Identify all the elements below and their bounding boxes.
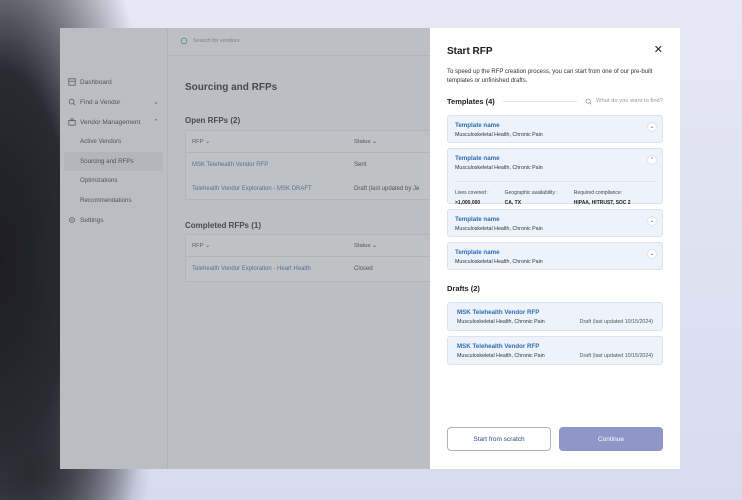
- template-name: Template name: [455, 216, 500, 223]
- modal-description: To speed up the RFP creation process, yo…: [447, 69, 653, 84]
- continue-button[interactable]: Continue: [559, 427, 663, 451]
- draft-date: Draft (last updated 10/15/2024): [579, 319, 653, 325]
- draft-name: MSK Telehealth Vendor RFP: [457, 309, 540, 316]
- template-subtitle: Musculoskeletal Health, Chronic Pain: [455, 259, 543, 265]
- template-details: Lives covered : >1,000,000 Geographic ava…: [455, 181, 655, 206]
- close-icon[interactable]: ✕: [654, 45, 663, 56]
- template-subtitle: Musculoskeletal Health, Chronic Pain: [455, 132, 543, 138]
- detail-geo: Geographic availability : CA, TX: [504, 190, 558, 206]
- detail-lives: Lives covered : >1,000,000: [455, 190, 489, 206]
- chevron-up-icon[interactable]: ⌃: [647, 155, 657, 165]
- modal-title: Start RFP: [447, 46, 493, 57]
- template-subtitle: Musculoskeletal Health, Chronic Pain: [455, 165, 543, 171]
- template-subtitle: Musculoskeletal Health, Chronic Pain: [455, 226, 543, 232]
- start-rfp-modal: Start RFP ✕ To speed up the RFP creation…: [430, 28, 680, 469]
- template-card[interactable]: Template name Musculoskeletal Health, Ch…: [447, 209, 663, 237]
- template-name: Template name: [455, 122, 500, 129]
- template-card[interactable]: Template name Musculoskeletal Health, Ch…: [447, 242, 663, 270]
- chevron-down-icon[interactable]: ⌄: [647, 216, 657, 226]
- chevron-down-icon[interactable]: ⌄: [647, 122, 657, 132]
- drafts-label: Drafts (2): [447, 284, 480, 293]
- search-icon: [585, 98, 592, 105]
- draft-date: Draft (last updated 10/15/2024): [579, 353, 653, 359]
- divider: [502, 100, 577, 102]
- draft-card[interactable]: MSK Telehealth Vendor RFP Musculoskeleta…: [447, 336, 663, 365]
- start-from-scratch-button[interactable]: Start from scratch: [447, 427, 551, 451]
- template-card[interactable]: Template name Musculoskeletal Health, Ch…: [447, 115, 663, 143]
- templates-label: Templates (4): [447, 96, 495, 106]
- template-card-expanded[interactable]: Template name Musculoskeletal Health, Ch…: [447, 148, 663, 206]
- draft-card[interactable]: MSK Telehealth Vendor RFP Musculoskeleta…: [447, 302, 663, 331]
- templates-header: Templates (4) What do you want to find?: [447, 96, 663, 106]
- template-search-input[interactable]: What do you want to find?: [585, 98, 663, 105]
- detail-compliance: Required compliance: HIPAA, HITRUST, SOC …: [573, 190, 631, 206]
- draft-name: MSK Telehealth Vendor RFP: [457, 343, 540, 350]
- chevron-down-icon[interactable]: ⌄: [647, 249, 657, 259]
- template-name: Template name: [455, 155, 500, 162]
- template-name: Template name: [455, 249, 500, 256]
